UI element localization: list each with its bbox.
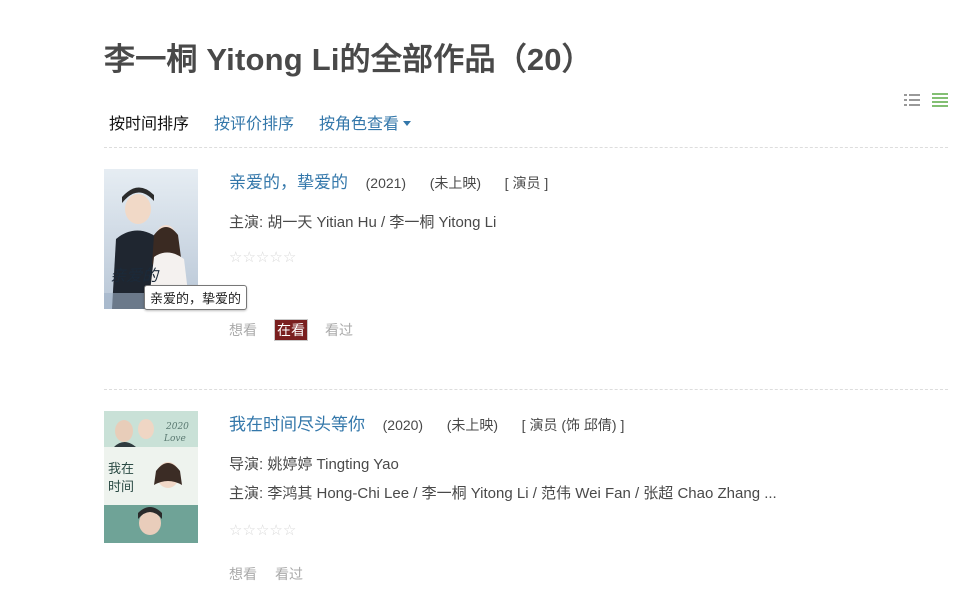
want-to-watch-link[interactable]: 想看	[229, 564, 257, 584]
star-icon: ☆	[269, 522, 283, 539]
svg-text:时间: 时间	[108, 480, 134, 495]
chevron-down-icon	[403, 120, 412, 126]
star-icon: ☆	[269, 249, 283, 266]
view-by-role-label: 按角色查看	[319, 116, 400, 133]
star-icon: ☆	[282, 249, 297, 266]
credit-line: 主演: 胡一天 Yitian Hu / 李一桐 Yitong Li	[229, 211, 949, 232]
star-icon: ☆	[255, 249, 270, 266]
movie-title-link[interactable]: 亲爱的，挚爱的	[229, 173, 348, 192]
item-title-line: 亲爱的，挚爱的 (2021) (未上映) [ 演员 ]	[229, 169, 949, 197]
role-tag: [ 演员 (饰 邱倩) ]	[521, 417, 625, 433]
status-actions: 想看 在看 看过	[229, 319, 949, 341]
credit-label: 主演:	[229, 214, 268, 231]
credit-line: 主演: 李鸿其 Hong-Chi Lee / 李一桐 Yitong Li / 范…	[229, 482, 949, 503]
sort-by-time[interactable]: 按时间排序	[109, 110, 189, 134]
sort-by-rating[interactable]: 按评价排序	[214, 110, 294, 134]
release-status: (未上映)	[446, 417, 499, 433]
svg-text:亲爱的: 亲爱的	[110, 266, 160, 285]
svg-text:2020: 2020	[165, 422, 189, 432]
release-status: (未上映)	[429, 175, 482, 191]
watching-link[interactable]: 在看	[274, 319, 308, 341]
credit-value: 李鸿其 Hong-Chi Lee / 李一桐 Yitong Li / 范伟 We…	[267, 485, 777, 502]
list-view-icon[interactable]	[904, 93, 920, 107]
star-icon: ☆	[229, 249, 243, 266]
release-year: (2020)	[382, 417, 424, 433]
item-title-line: 我在时间尽头等你 (2020) (未上映) [ 演员 (饰 邱倩) ]	[229, 411, 949, 439]
page-title: 李一桐 Yitong Li的全部作品（20）	[104, 42, 593, 77]
release-year: (2021)	[365, 175, 407, 191]
credit-value: 姚婷婷 Tingting Yao	[267, 456, 399, 473]
star-icon: ☆	[242, 249, 256, 266]
watched-link[interactable]: 看过	[325, 320, 353, 340]
list-item: 亲爱的 亲爱的，挚爱的 (2021) (未上映) [ 演员 ] 主演: 胡一天 …	[104, 169, 948, 359]
watched-link[interactable]: 看过	[275, 564, 303, 584]
svg-text:Love: Love	[163, 434, 186, 444]
credit-line: 导演: 姚婷婷 Tingting Yao	[229, 453, 949, 474]
item-info: 我在时间尽头等你 (2020) (未上映) [ 演员 (饰 邱倩) ] 导演: …	[229, 411, 949, 584]
movie-poster[interactable]: 2020 Love 我在 时间	[104, 411, 198, 543]
role-tag: [ 演员 ]	[504, 175, 549, 191]
star-icon: ☆	[255, 522, 270, 539]
star-icon: ☆	[242, 522, 256, 539]
tooltip: 亲爱的，挚爱的	[144, 285, 248, 310]
want-to-watch-link[interactable]: 想看	[229, 320, 257, 340]
rating-stars[interactable]: ☆ ☆ ☆ ☆ ☆	[229, 250, 949, 265]
rating-stars[interactable]: ☆ ☆ ☆ ☆ ☆	[229, 523, 949, 538]
credit-label: 导演:	[229, 456, 268, 473]
item-info: 亲爱的，挚爱的 (2021) (未上映) [ 演员 ] 主演: 胡一天 Yiti…	[229, 169, 949, 341]
svg-text:我在: 我在	[108, 462, 134, 477]
view-by-role-dropdown[interactable]: 按角色查看	[319, 110, 412, 134]
credit-label: 主演:	[229, 485, 268, 502]
divider	[104, 389, 948, 390]
star-icon: ☆	[229, 522, 243, 539]
credit-value: 胡一天 Yitian Hu / 李一桐 Yitong Li	[267, 214, 497, 231]
view-toggle	[904, 93, 948, 107]
star-icon: ☆	[282, 522, 297, 539]
movie-title-link[interactable]: 我在时间尽头等你	[229, 415, 365, 434]
list-item: 2020 Love 我在 时间 我在时间尽头等你 (2020) (未上映) [ …	[104, 411, 948, 591]
sort-bar: 按时间排序 按评价排序 按角色查看	[109, 110, 436, 134]
status-actions: 想看 看过	[229, 564, 949, 584]
divider	[104, 147, 948, 148]
grid-view-icon[interactable]	[932, 93, 948, 107]
